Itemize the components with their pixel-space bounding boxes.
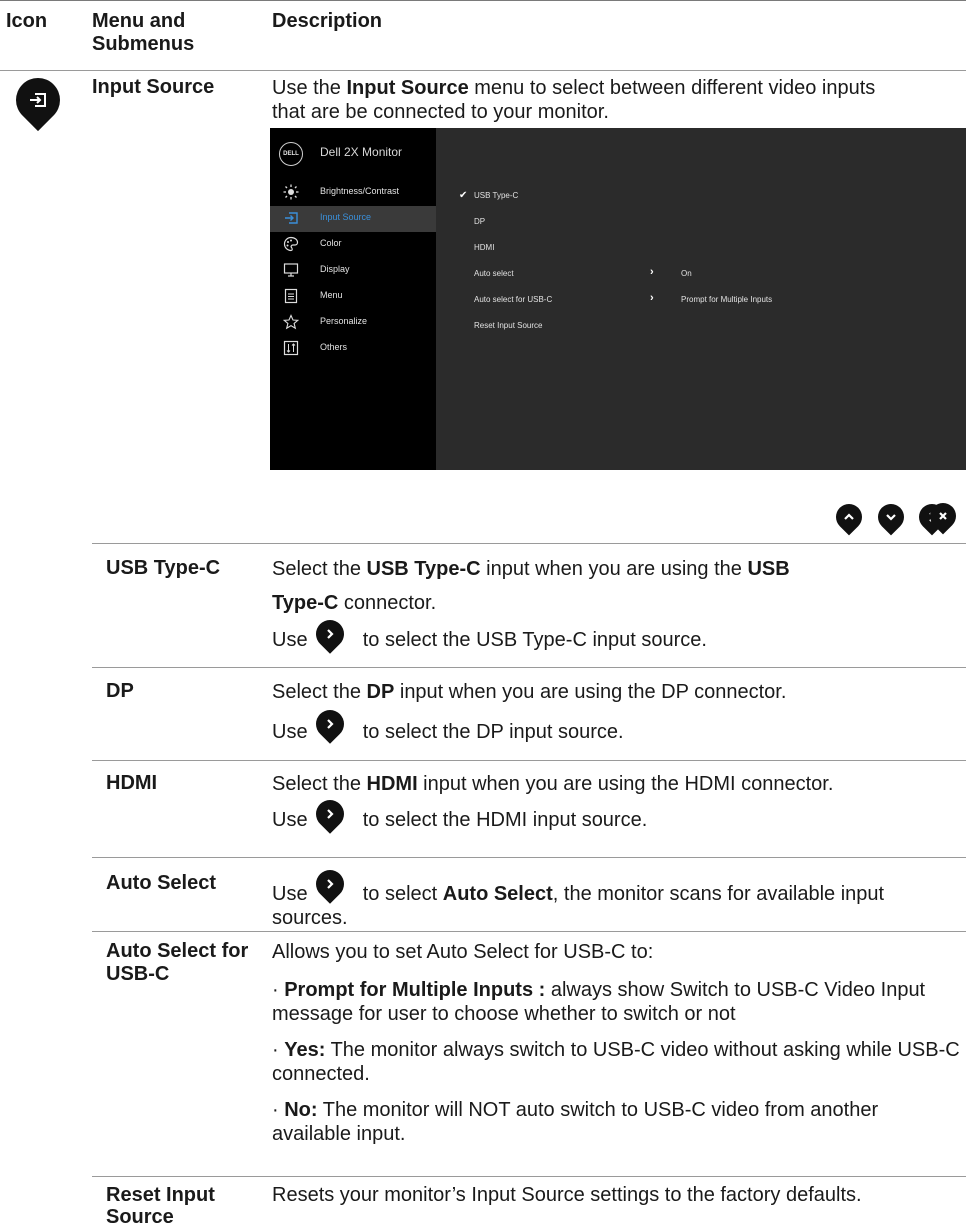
- osd-menu-item-input-source[interactable]: Input Source: [270, 206, 436, 232]
- reset-input-source-description: Resets your monitor’s Input Source setti…: [272, 1184, 862, 1206]
- osd-menu-item-others[interactable]: Others: [270, 336, 436, 362]
- usb-type-c-description: Select the USB Type-C input when you are…: [272, 558, 790, 614]
- osd-auto-select-usbc-value: Prompt for Multiple Inputs: [681, 295, 773, 304]
- osd-menu-label: Personalize: [320, 316, 368, 326]
- osd-option-auto-select[interactable]: Auto select: [474, 269, 514, 278]
- row-rule: [92, 667, 966, 668]
- input-source-icon: [285, 212, 298, 224]
- row-rule: [92, 857, 966, 858]
- osd-option-dp[interactable]: DP: [474, 217, 485, 226]
- header-description-column: Description: [272, 10, 383, 32]
- hdmi-menu-name: HDMI: [106, 772, 158, 794]
- input-source-description: Use the Input Source menu to select betw…: [272, 77, 876, 123]
- osd-menu-label: Brightness/Contrast: [320, 186, 400, 196]
- osd-menu-item-personalize[interactable]: Personalize: [270, 310, 436, 336]
- osd-menu-label: Color: [320, 238, 342, 248]
- down-icon: [872, 498, 910, 536]
- osd-auto-select-value: On: [681, 269, 692, 278]
- osd-menu-label: Menu: [320, 290, 343, 300]
- usb-type-c-menu-name: USB Type-C: [106, 557, 221, 579]
- osd-menu-item-color[interactable]: Color: [270, 232, 436, 258]
- display-icon: [283, 263, 299, 277]
- brightness-icon: [283, 184, 299, 200]
- chevron-right-icon: ›: [650, 292, 654, 304]
- osd-option-auto-select-usbc[interactable]: Auto select for USB-C: [474, 295, 552, 304]
- osd-menu-item-display[interactable]: Display: [270, 258, 436, 284]
- checkmark-icon: ✔: [459, 190, 468, 201]
- input-source-pin-icon: [6, 68, 70, 132]
- auto-select-menu-name: Auto Select: [106, 872, 217, 894]
- osd-menu-item-brightness[interactable]: Brightness/Contrast: [270, 180, 436, 206]
- up-icon: [830, 498, 868, 536]
- header-rule: [0, 70, 966, 71]
- star-icon: [283, 314, 299, 330]
- header-menu-column: Menu and Submenus: [92, 10, 195, 55]
- reset-input-source-menu-name: Reset Input Source: [106, 1184, 215, 1228]
- dp-menu-name: DP: [106, 680, 134, 702]
- dell-logo: DELL: [279, 142, 303, 166]
- color-palette-icon: [283, 236, 299, 252]
- row-rule: [92, 931, 966, 932]
- header-icon-column: Icon: [6, 10, 48, 32]
- close-icon: [924, 497, 962, 535]
- osd-title: Dell 2X Monitor: [320, 145, 403, 159]
- chevron-right-icon: ›: [650, 266, 654, 278]
- osd-menu-label: Input Source: [320, 212, 372, 222]
- auto-select-description: Use to select Auto Select, the monitor s…: [272, 883, 885, 929]
- others-icon: [283, 340, 299, 356]
- dp-description: Select the DP input when you are using t…: [272, 681, 787, 703]
- osd-menu-label: Others: [320, 342, 348, 352]
- row-rule: [92, 1176, 966, 1177]
- hdmi-description: Select the HDMI input when you are using…: [272, 773, 834, 795]
- osd-sidebar: DELL Dell 2X Monitor Brightness/Contrast…: [270, 128, 436, 470]
- top-rule: [0, 0, 966, 1]
- osd-menu-item-menu[interactable]: Menu: [270, 284, 436, 310]
- menu-icon: [284, 288, 298, 304]
- row-rule: [92, 760, 966, 761]
- auto-select-usbc-menu-name: Auto Select for USB-C: [106, 940, 249, 985]
- osd-menu-label: Display: [320, 264, 350, 274]
- osd-option-usb-type-c[interactable]: USB Type-C: [474, 191, 518, 200]
- osd-option-hdmi[interactable]: HDMI: [474, 243, 494, 252]
- osd-screenshot: DELL Dell 2X Monitor Brightness/Contrast…: [270, 128, 966, 470]
- input-source-menu-name: Input Source: [92, 76, 215, 98]
- auto-select-usbc-description: Allows you to set Auto Select for USB-C …: [272, 941, 960, 1145]
- osd-option-reset-input-source[interactable]: Reset Input Source: [474, 321, 542, 330]
- row-rule: [92, 543, 966, 544]
